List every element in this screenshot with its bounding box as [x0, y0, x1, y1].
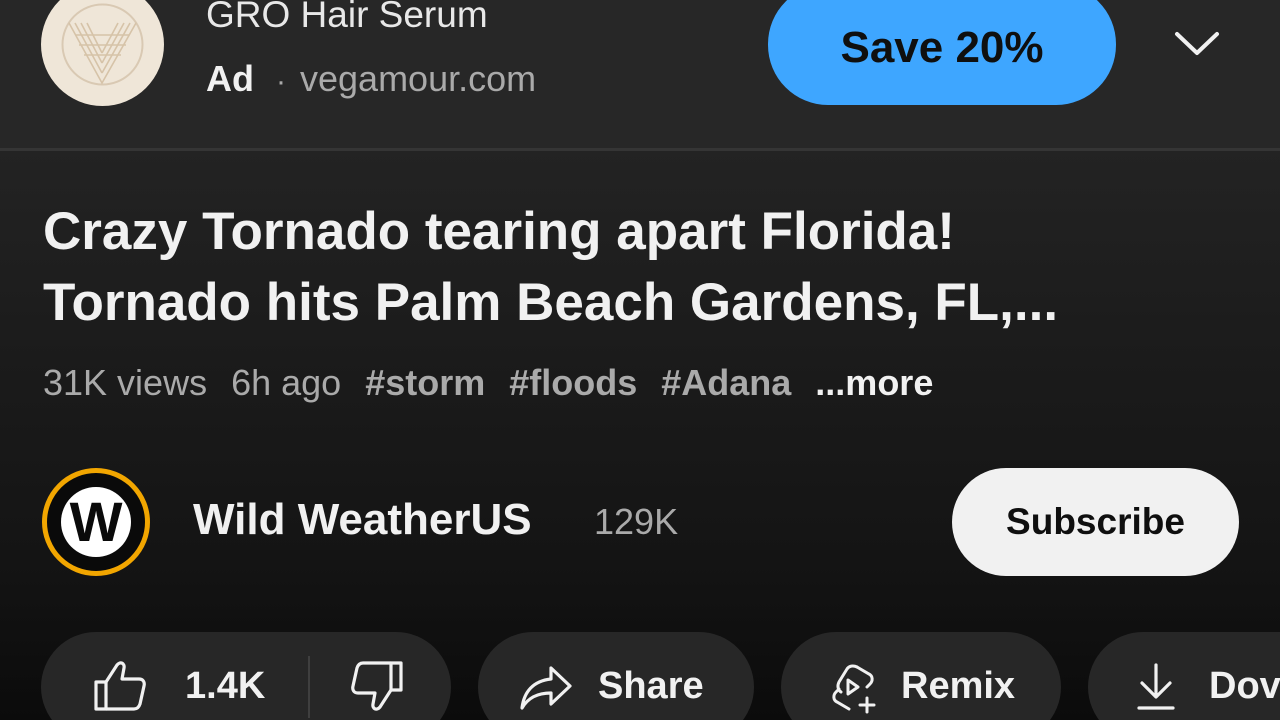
more-link[interactable]: ...more: [815, 362, 933, 404]
remix-label: Remix: [901, 665, 1016, 707]
share-arrow-icon: [519, 665, 573, 720]
ad-domain[interactable]: vegamour.com: [300, 58, 536, 100]
thumbs-down-icon[interactable]: [350, 660, 404, 720]
like-divider: [308, 656, 310, 718]
chevron-down-icon[interactable]: [1172, 26, 1222, 62]
video-title-line-2: Tornado hits Palm Beach Gardens, FL,...: [43, 273, 1059, 332]
remix-icon: [827, 662, 879, 720]
like-count[interactable]: 1.4K: [185, 665, 265, 708]
video-title[interactable]: Crazy Tornado tearing apart Florida! Tor…: [43, 196, 1243, 338]
subscribe-button[interactable]: Subscribe: [952, 468, 1239, 576]
vegamour-logo[interactable]: [41, 0, 164, 106]
ad-separator: ·: [276, 65, 286, 98]
remix-button[interactable]: Remix: [781, 632, 1061, 720]
download-button[interactable]: Dov: [1088, 632, 1280, 720]
ad-banner[interactable]: GRO Hair Serum Ad · vegamour.com Save 20…: [0, 0, 1280, 151]
download-icon: [1136, 662, 1176, 720]
ad-cta-button[interactable]: Save 20%: [768, 0, 1116, 105]
share-button[interactable]: Share: [478, 632, 754, 720]
thumbs-up-icon[interactable]: [93, 660, 147, 720]
channel-avatar-letter: W: [61, 487, 131, 557]
video-details-screen: GRO Hair Serum Ad · vegamour.com Save 20…: [0, 0, 1280, 720]
view-count: 31K views: [43, 362, 208, 403]
video-meta[interactable]: 31K views 6h ago #storm #floods #Adana .…: [43, 362, 933, 404]
channel-avatar[interactable]: W: [42, 468, 150, 576]
hashtag-storm[interactable]: #storm: [365, 362, 485, 404]
hashtag-adana[interactable]: #Adana: [661, 362, 791, 404]
hashtag-floods[interactable]: #floods: [509, 362, 637, 404]
like-dislike-pill: 1.4K: [41, 632, 451, 720]
share-label: Share: [598, 665, 704, 707]
channel-name[interactable]: Wild WeatherUS: [193, 495, 532, 545]
video-title-line-1: Crazy Tornado tearing apart Florida!: [43, 202, 955, 261]
ad-badge: Ad: [206, 58, 254, 99]
subscriber-count: 129K: [594, 501, 679, 542]
ad-meta: Ad · vegamour.com: [206, 58, 536, 100]
upload-age: 6h ago: [231, 362, 342, 403]
ad-title[interactable]: GRO Hair Serum: [206, 0, 488, 36]
download-label: Dov: [1209, 665, 1280, 707]
